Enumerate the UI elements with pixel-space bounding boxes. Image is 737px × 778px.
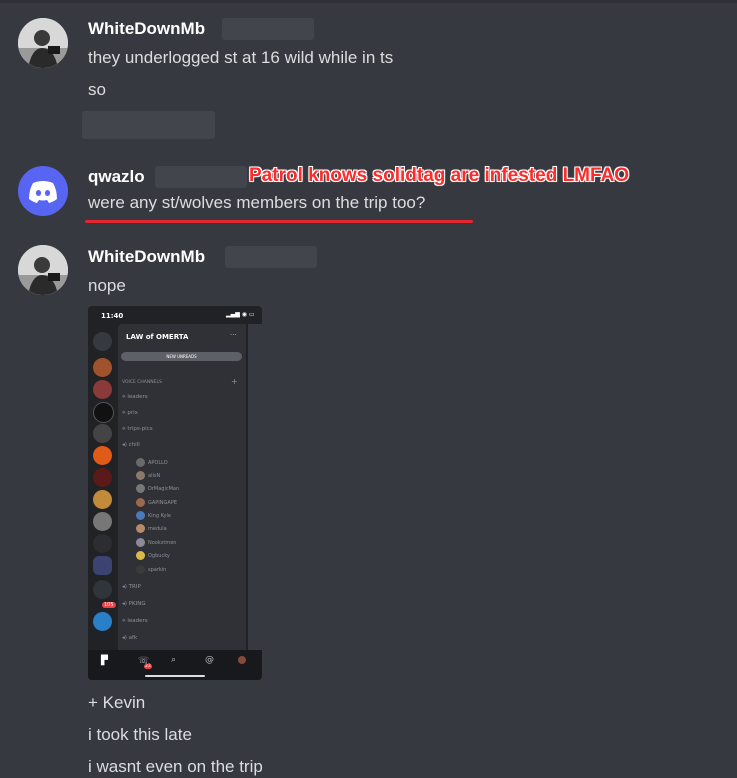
member-avatar xyxy=(136,524,145,533)
message-text: i wasnt even on the trip xyxy=(88,757,263,776)
member-avatar xyxy=(136,511,145,520)
search-tab-icon[interactable]: ⌕ xyxy=(171,655,176,665)
top-border xyxy=(0,0,737,3)
message-text: were any st/wolves members on the trip t… xyxy=(88,193,426,212)
member-avatar xyxy=(136,565,145,574)
timestamp-redacted xyxy=(225,246,317,268)
timestamp-redacted xyxy=(222,18,314,40)
chat-peek xyxy=(248,324,262,650)
badge-count: 105 xyxy=(102,602,116,608)
server-icon[interactable] xyxy=(93,468,112,487)
folder-icon[interactable] xyxy=(93,556,112,575)
server-icon[interactable] xyxy=(93,612,112,631)
channel-item[interactable]: ◂) PKING xyxy=(122,601,146,607)
server-icon[interactable] xyxy=(93,512,112,531)
channel-item[interactable]: ⟡ prix xyxy=(122,410,138,417)
tab-badge: 23 xyxy=(144,664,152,669)
channel-panel: LAW of OMERTA ··· NEW UNREADS VOICE CHAN… xyxy=(118,324,246,650)
member-avatar xyxy=(136,538,145,547)
channel-item[interactable]: ◂) afk xyxy=(122,635,137,641)
mentions-tab-icon[interactable]: @ xyxy=(205,655,214,665)
member-name[interactable]: sparkin xyxy=(148,567,166,573)
phone-time: 11:40 xyxy=(101,312,124,320)
signal-icon: ▂▄▆ ◉ ▭ xyxy=(226,311,255,318)
member-name[interactable]: GAPINGAPE xyxy=(148,500,177,506)
image-attachment[interactable]: 11:40 ▂▄▆ ◉ ▭ 105 LAW of OMERTA ··· NEW … xyxy=(88,306,262,680)
message-text: i took this late xyxy=(88,725,192,744)
server-icon[interactable] xyxy=(93,534,112,553)
member-avatar xyxy=(136,484,145,493)
home-indicator xyxy=(145,675,205,677)
member-name[interactable]: Ogbucky xyxy=(148,553,170,559)
user-avatar[interactable] xyxy=(18,166,68,216)
user-avatar[interactable] xyxy=(18,245,68,295)
server-icon[interactable] xyxy=(93,358,112,377)
redacted-content xyxy=(82,111,215,139)
message-text: nope xyxy=(88,276,126,295)
server-rail: 105 xyxy=(88,324,116,650)
member-name[interactable]: Nookstmen xyxy=(148,540,176,546)
voice-channels-header: VOICE CHANNELS xyxy=(122,380,162,385)
add-channel-icon[interactable]: + xyxy=(231,377,238,386)
member-name[interactable]: medula xyxy=(148,526,167,532)
more-icon[interactable]: ··· xyxy=(230,331,237,339)
dm-icon[interactable] xyxy=(93,332,112,351)
member-avatar xyxy=(136,471,145,480)
member-avatar xyxy=(136,551,145,560)
user-avatar[interactable] xyxy=(18,18,68,68)
channel-item[interactable]: ⟡ leaders xyxy=(122,394,148,401)
message-author[interactable]: WhiteDownMb xyxy=(88,247,205,267)
channel-item[interactable]: ◂) TRIP xyxy=(122,584,141,590)
profile-tab-icon[interactable] xyxy=(238,656,246,664)
message-text: + Kevin xyxy=(88,693,146,712)
server-icon[interactable] xyxy=(93,446,112,465)
channel-item[interactable]: ⟡ leaders xyxy=(122,618,148,625)
channel-item[interactable]: ◂) chill xyxy=(122,442,140,448)
message-text: they underlogged st at 16 wild while in … xyxy=(88,48,394,67)
photo-avatar-icon xyxy=(18,245,68,295)
discord-logo-icon xyxy=(29,181,57,203)
server-icon[interactable] xyxy=(93,380,112,399)
channel-item[interactable]: ⟡ trips-pics xyxy=(122,426,153,433)
member-name[interactable]: allsN xyxy=(148,473,160,479)
home-tab-icon[interactable]: ▛ xyxy=(101,656,108,666)
server-icon[interactable] xyxy=(93,580,112,599)
message-author[interactable]: WhiteDownMb xyxy=(88,19,205,39)
member-name[interactable]: APOLLO xyxy=(148,460,168,466)
server-icon[interactable] xyxy=(93,402,114,423)
server-name: LAW of OMERTA xyxy=(126,333,189,341)
annotation-underline xyxy=(85,220,473,223)
phone-status-bar: 11:40 ▂▄▆ ◉ ▭ xyxy=(88,306,262,324)
server-icon[interactable] xyxy=(93,424,112,443)
message-author[interactable]: qwazlo xyxy=(88,167,145,187)
message-text: so xyxy=(88,80,106,99)
member-avatar xyxy=(136,458,145,467)
photo-avatar-icon xyxy=(18,18,68,68)
member-avatar xyxy=(136,498,145,507)
member-name[interactable]: DrMagicMan xyxy=(148,486,179,492)
annotation-text: Patrol knows solidtag are infested LMFAO xyxy=(249,165,630,186)
server-icon[interactable] xyxy=(93,490,112,509)
new-unreads-pill[interactable]: NEW UNREADS xyxy=(121,352,242,361)
member-name[interactable]: King Kyle xyxy=(148,513,171,519)
timestamp-redacted xyxy=(155,166,247,188)
phone-tab-bar: ▛ ☏ 23 ⌕ @ xyxy=(88,650,262,680)
